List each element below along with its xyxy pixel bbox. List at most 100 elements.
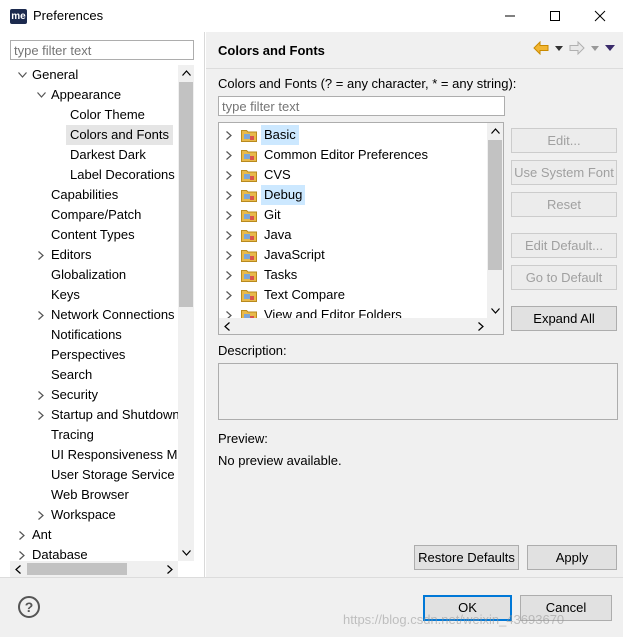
- restore-defaults-button[interactable]: Restore Defaults: [414, 545, 519, 570]
- folder-icon: [241, 188, 257, 202]
- expand-right-icon[interactable]: [35, 305, 47, 325]
- scroll-corner: [487, 318, 503, 334]
- colors-horizontal-scrollbar[interactable]: [219, 318, 489, 334]
- tree-item[interactable]: Darkest Dark: [70, 145, 146, 165]
- close-button[interactable]: [578, 0, 622, 32]
- tree-item[interactable]: Content Types: [51, 225, 135, 245]
- scroll-left-arrow-icon[interactable]: [10, 561, 26, 577]
- category-label: Basic: [261, 125, 299, 145]
- nav-filter-input[interactable]: [10, 40, 194, 60]
- window-title: Preferences: [33, 8, 104, 23]
- expand-right-icon[interactable]: [223, 265, 235, 285]
- expand-right-icon[interactable]: [35, 245, 47, 265]
- scroll-up-arrow-icon[interactable]: [178, 65, 194, 81]
- tree-item[interactable]: Appearance: [51, 85, 121, 105]
- use-system-font-button[interactable]: Use System Font: [511, 160, 617, 185]
- close-icon: [594, 10, 606, 22]
- tree-item[interactable]: Color Theme: [70, 105, 145, 125]
- expand-right-icon[interactable]: [223, 285, 235, 305]
- tree-item[interactable]: Network Connections: [51, 305, 175, 325]
- expand-right-icon[interactable]: [223, 165, 235, 185]
- expand-right-icon[interactable]: [223, 145, 235, 165]
- nav-scroll-thumb[interactable]: [179, 82, 193, 307]
- forward-dropdown-icon[interactable]: [591, 45, 599, 51]
- watermark: https://blog.csdn.net/weixin_43693670: [343, 612, 565, 627]
- category-row[interactable]: CVS: [219, 165, 489, 185]
- category-row[interactable]: Text Compare: [219, 285, 489, 305]
- folder-icon: [241, 148, 257, 162]
- back-arrow-icon[interactable]: [533, 41, 549, 55]
- tree-item[interactable]: Compare/Patch: [51, 205, 141, 225]
- tree-item[interactable]: Notifications: [51, 325, 122, 345]
- edit-default-button[interactable]: Edit Default...: [511, 233, 617, 258]
- expand-right-icon[interactable]: [223, 205, 235, 225]
- tree-item[interactable]: User Storage Service: [51, 465, 175, 485]
- tree-item[interactable]: Tracing: [51, 425, 94, 445]
- category-row[interactable]: JavaScript: [219, 245, 489, 265]
- expand-right-icon[interactable]: [16, 545, 28, 561]
- tree-item[interactable]: Colors and Fonts: [66, 125, 173, 145]
- tree-item[interactable]: Ant: [32, 525, 52, 545]
- tree-item[interactable]: General: [32, 65, 78, 85]
- maximize-button[interactable]: [533, 0, 577, 32]
- category-row[interactable]: Git: [219, 205, 489, 225]
- category-row[interactable]: Common Editor Preferences: [219, 145, 489, 165]
- help-icon[interactable]: ?: [18, 596, 40, 618]
- tree-item[interactable]: Globalization: [51, 265, 126, 285]
- expand-right-icon[interactable]: [35, 385, 47, 405]
- tree-item[interactable]: Database: [32, 545, 88, 561]
- back-dropdown-icon[interactable]: [555, 45, 563, 51]
- tree-item[interactable]: Security: [51, 385, 98, 405]
- category-row[interactable]: Basic: [219, 125, 489, 145]
- colors-filter-input[interactable]: [218, 96, 505, 116]
- page-nav-toolbar: [533, 41, 615, 55]
- forward-arrow-icon[interactable]: [569, 41, 585, 55]
- folder-icon: [241, 268, 257, 282]
- category-row[interactable]: Tasks: [219, 265, 489, 285]
- tree-item[interactable]: Workspace: [51, 505, 116, 525]
- tree-item[interactable]: Editors: [51, 245, 91, 265]
- folder-icon: [241, 128, 257, 142]
- category-label: Tasks: [264, 267, 298, 282]
- tree-item[interactable]: UI Responsiveness Monitoring: [51, 445, 178, 465]
- tree-item[interactable]: Startup and Shutdown: [51, 405, 178, 425]
- expand-right-icon[interactable]: [223, 245, 235, 265]
- tree-item[interactable]: Perspectives: [51, 345, 125, 365]
- category-row[interactable]: Java: [219, 225, 489, 245]
- expand-right-icon[interactable]: [223, 185, 235, 205]
- expand-right-icon[interactable]: [223, 225, 235, 245]
- expand-down-icon[interactable]: [35, 85, 47, 105]
- expand-all-button[interactable]: Expand All: [511, 306, 617, 331]
- reset-button[interactable]: Reset: [511, 192, 617, 217]
- scroll-down-arrow-icon[interactable]: [178, 545, 194, 561]
- tree-item[interactable]: Label Decorations: [70, 165, 175, 185]
- folder-icon: [241, 288, 257, 302]
- scroll-right-arrow-icon[interactable]: [162, 561, 178, 577]
- go-to-default-button[interactable]: Go to Default: [511, 265, 617, 290]
- nav-horizontal-scrollbar[interactable]: [10, 561, 178, 577]
- category-row[interactable]: Debug: [219, 185, 489, 205]
- tree-item[interactable]: Keys: [51, 285, 80, 305]
- expand-right-icon[interactable]: [16, 525, 28, 545]
- expand-down-icon[interactable]: [16, 65, 28, 85]
- tree-item[interactable]: Search: [51, 365, 92, 385]
- colors-vertical-scrollbar[interactable]: [487, 123, 503, 319]
- scroll-left-arrow-icon[interactable]: [219, 318, 235, 334]
- nav-hscroll-thumb[interactable]: [27, 563, 127, 575]
- description-box: [218, 363, 618, 420]
- expand-right-icon[interactable]: [35, 505, 47, 525]
- edit-button[interactable]: Edit...: [511, 128, 617, 153]
- nav-vertical-scrollbar[interactable]: [178, 65, 194, 561]
- minimize-button[interactable]: [488, 0, 532, 32]
- scroll-up-arrow-icon[interactable]: [487, 123, 503, 139]
- apply-button[interactable]: Apply: [527, 545, 617, 570]
- description-label: Description:: [218, 343, 287, 358]
- expand-right-icon[interactable]: [223, 125, 235, 145]
- expand-right-icon[interactable]: [35, 405, 47, 425]
- tree-item[interactable]: Capabilities: [51, 185, 118, 205]
- view-menu-icon[interactable]: [605, 45, 615, 51]
- scroll-down-arrow-icon[interactable]: [487, 303, 503, 319]
- colors-scroll-thumb[interactable]: [488, 140, 502, 270]
- category-label: Debug: [261, 185, 306, 205]
- tree-item[interactable]: Web Browser: [51, 485, 129, 505]
